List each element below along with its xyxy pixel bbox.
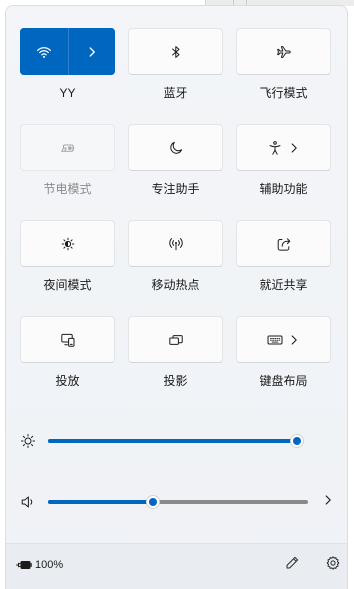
tile-cell-keyboard-layout: 键盘布局 [236, 316, 331, 412]
brightness-slider-thumb[interactable] [290, 434, 304, 448]
tile-label-cast: 投放 [55, 374, 80, 388]
volume-slider[interactable] [48, 495, 308, 509]
tile-cell-night-light: 夜间模式 [20, 220, 115, 316]
speaker-icon[interactable] [20, 494, 36, 510]
tile-cell-bluetooth: 蓝牙 [128, 28, 223, 124]
airplane-mode-button[interactable] [236, 28, 331, 75]
quick-settings-panel: YY 蓝牙 飞行模式 节电模式 专注助手 辅助功能 夜间模式 移动热点 就近共享… [5, 5, 348, 589]
tile-label-accessibility: 辅助功能 [259, 182, 308, 196]
chevron-right-icon [86, 46, 98, 58]
wifi-icon [36, 44, 52, 60]
tile-label-wifi: YY [59, 86, 76, 100]
quick-actions-grid: YY 蓝牙 飞行模式 节电模式 专注助手 辅助功能 夜间模式 移动热点 就近共享… [20, 28, 331, 412]
chevron-right-icon [288, 142, 300, 154]
brightness-slider[interactable] [48, 434, 304, 448]
tile-cell-mobile-hotspot: 移动热点 [128, 220, 223, 316]
tile-label-battery-saver: 节电模式 [43, 182, 92, 196]
tile-cell-battery-saver: 节电模式 [20, 124, 115, 220]
tile-label-bluetooth: 蓝牙 [163, 86, 188, 100]
brightness-slider-row [6, 429, 347, 453]
brightness-slider-fill [48, 439, 297, 443]
nearby-share-button[interactable] [236, 220, 331, 267]
volume-slider-row [6, 490, 347, 514]
accessibility-icon [267, 140, 283, 156]
chevron-right-icon [288, 334, 300, 346]
bluetooth-icon [168, 44, 184, 60]
tile-cell-cast: 投放 [20, 316, 115, 412]
tile-label-focus-assist: 专注助手 [151, 182, 200, 196]
project-button[interactable] [128, 316, 223, 363]
tile-label-keyboard-layout: 键盘布局 [259, 374, 308, 388]
moon-icon [168, 140, 184, 156]
tile-cell-nearby-share: 就近共享 [236, 220, 331, 316]
battery-saver-icon [60, 140, 76, 156]
airplane-icon [276, 44, 292, 60]
quick-settings-footer: 100% [6, 543, 347, 589]
wifi-tile [20, 28, 115, 75]
wifi-toggle-button[interactable] [20, 28, 68, 75]
tile-cell-project: 投影 [128, 316, 223, 412]
cast-icon [60, 332, 76, 348]
tile-label-night-light: 夜间模式 [43, 278, 92, 292]
keyboard-layout-button[interactable] [236, 316, 331, 363]
battery-charging-icon[interactable] [15, 556, 33, 574]
tile-label-nearby-share: 就近共享 [259, 278, 308, 292]
night-light-button[interactable] [20, 220, 115, 267]
tile-cell-focus-assist: 专注助手 [128, 124, 223, 220]
mobile-hotspot-button[interactable] [128, 220, 223, 267]
volume-slider-thumb[interactable] [146, 495, 161, 509]
nearby-share-icon [276, 236, 292, 252]
brightness-icon [20, 433, 36, 449]
audio-output-button[interactable] [320, 494, 336, 510]
tile-cell-accessibility: 辅助功能 [236, 124, 331, 220]
project-icon [168, 332, 184, 348]
battery-saver-button[interactable] [20, 124, 115, 171]
bluetooth-button[interactable] [128, 28, 223, 75]
cast-button[interactable] [20, 316, 115, 363]
volume-slider-fill [48, 500, 154, 504]
tile-label-airplane: 飞行模式 [259, 86, 308, 100]
settings-button[interactable] [324, 555, 342, 576]
tile-label-project: 投影 [163, 374, 188, 388]
wifi-more-button[interactable] [69, 28, 115, 75]
mobile-hotspot-icon [168, 236, 184, 252]
pencil-icon [284, 555, 300, 576]
gear-icon [325, 555, 341, 576]
focus-assist-button[interactable] [128, 124, 223, 171]
accessibility-button[interactable] [236, 124, 331, 171]
chevron-right-icon [322, 493, 334, 511]
tile-label-mobile-hotspot: 移动热点 [151, 278, 200, 292]
night-light-icon [60, 236, 76, 252]
tile-cell-wifi: YY [20, 28, 115, 124]
edit-quick-settings-button[interactable] [283, 556, 301, 574]
battery-percentage: 100% [35, 559, 64, 571]
tile-cell-airplane: 飞行模式 [236, 28, 331, 124]
keyboard-icon [267, 332, 283, 348]
